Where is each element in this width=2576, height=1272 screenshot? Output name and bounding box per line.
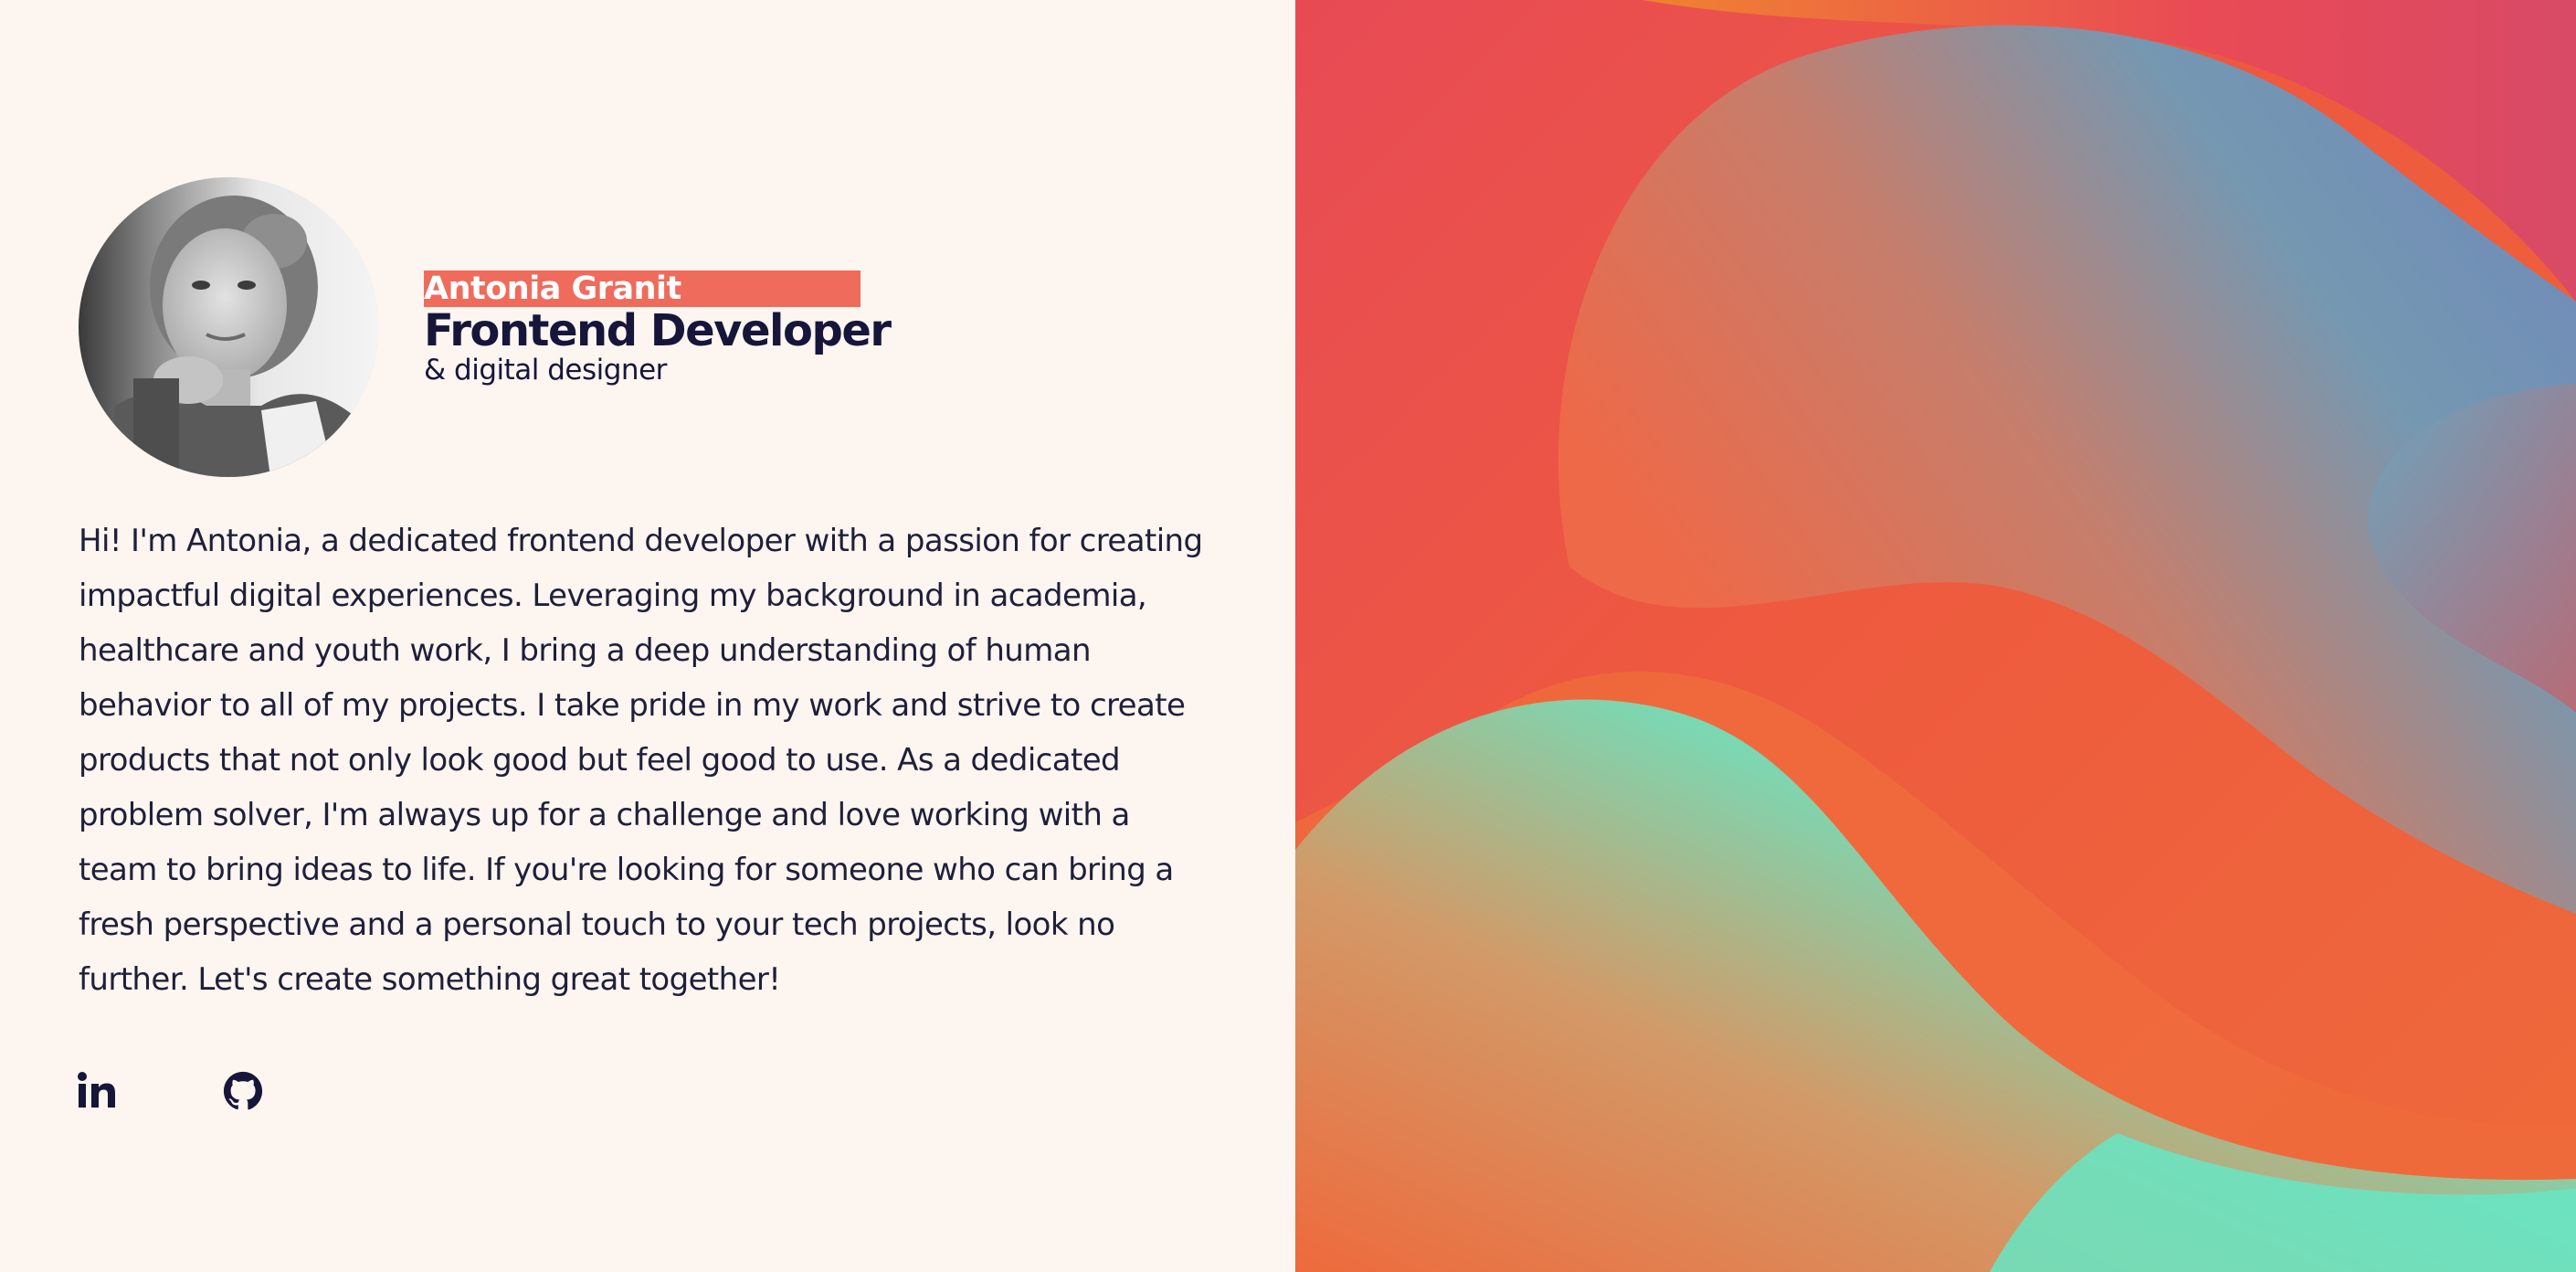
abstract-artwork: [1295, 0, 2576, 1272]
linkedin-link[interactable]: [77, 1071, 117, 1111]
gradient-waves-art: [1295, 0, 2576, 1272]
avatar: [79, 177, 378, 477]
github-link[interactable]: [223, 1071, 263, 1111]
linkedin-icon: [78, 1072, 115, 1108]
social-links: [77, 1071, 263, 1111]
role-title: Frontend Developer: [424, 305, 892, 356]
portfolio-page: Antonia Granit Frontend Developer & digi…: [0, 0, 2576, 1272]
intro-panel: Antonia Granit Frontend Developer & digi…: [0, 0, 1295, 1272]
avatar-photo: [79, 177, 378, 477]
role-subtitle: & digital designer: [424, 354, 667, 387]
name-label: Antonia Granit: [424, 270, 860, 307]
bio-paragraph: Hi! I'm Antonia, a dedicated frontend de…: [79, 523, 1203, 998]
title-block: Antonia Granit Frontend Developer & digi…: [424, 270, 892, 387]
github-icon: [223, 1071, 263, 1110]
